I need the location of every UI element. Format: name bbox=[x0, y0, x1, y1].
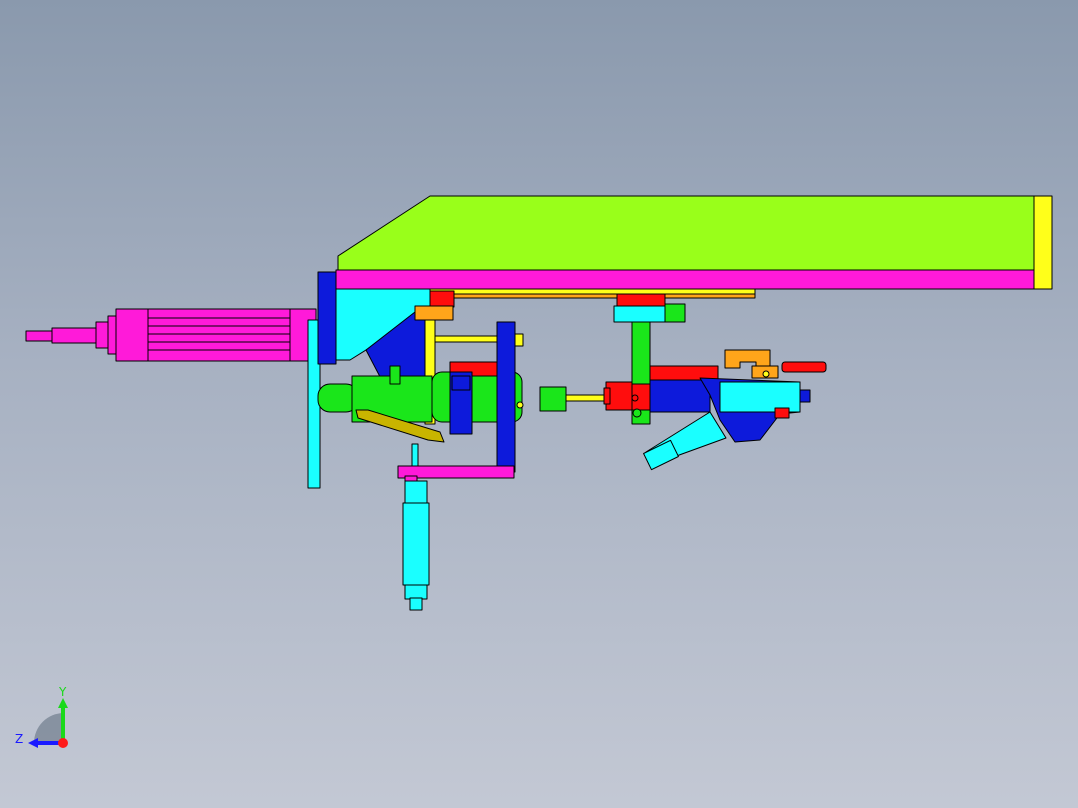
top-arm-body bbox=[337, 195, 1041, 273]
top-arm-yellow-endcap bbox=[1033, 195, 1053, 290]
connecting-shaft[interactable] bbox=[565, 394, 607, 402]
triad-z-arrow-icon bbox=[28, 738, 38, 748]
coordinate-triad: Y Z bbox=[15, 685, 68, 748]
triad-arc bbox=[34, 713, 64, 743]
linear-rail[interactable] bbox=[429, 288, 756, 299]
servo-motor[interactable] bbox=[25, 308, 317, 362]
triad-y-label: Y bbox=[58, 685, 67, 699]
left-support-plate[interactable] bbox=[307, 271, 337, 489]
assembly-model[interactable] bbox=[0, 0, 1078, 808]
motor-body bbox=[115, 308, 317, 362]
green-gripper[interactable] bbox=[317, 361, 567, 435]
triad-y-arrow-icon bbox=[58, 698, 68, 708]
triad-z-label: Z bbox=[15, 732, 23, 746]
clamp-assembly[interactable] bbox=[724, 349, 827, 379]
cad-viewport[interactable]: Y Z bbox=[0, 0, 1078, 808]
triad-x-origin-icon bbox=[58, 738, 68, 748]
lower-base-plate[interactable] bbox=[397, 465, 515, 483]
top-arm[interactable] bbox=[335, 195, 1053, 290]
top-arm-magenta-rail bbox=[335, 269, 1037, 290]
